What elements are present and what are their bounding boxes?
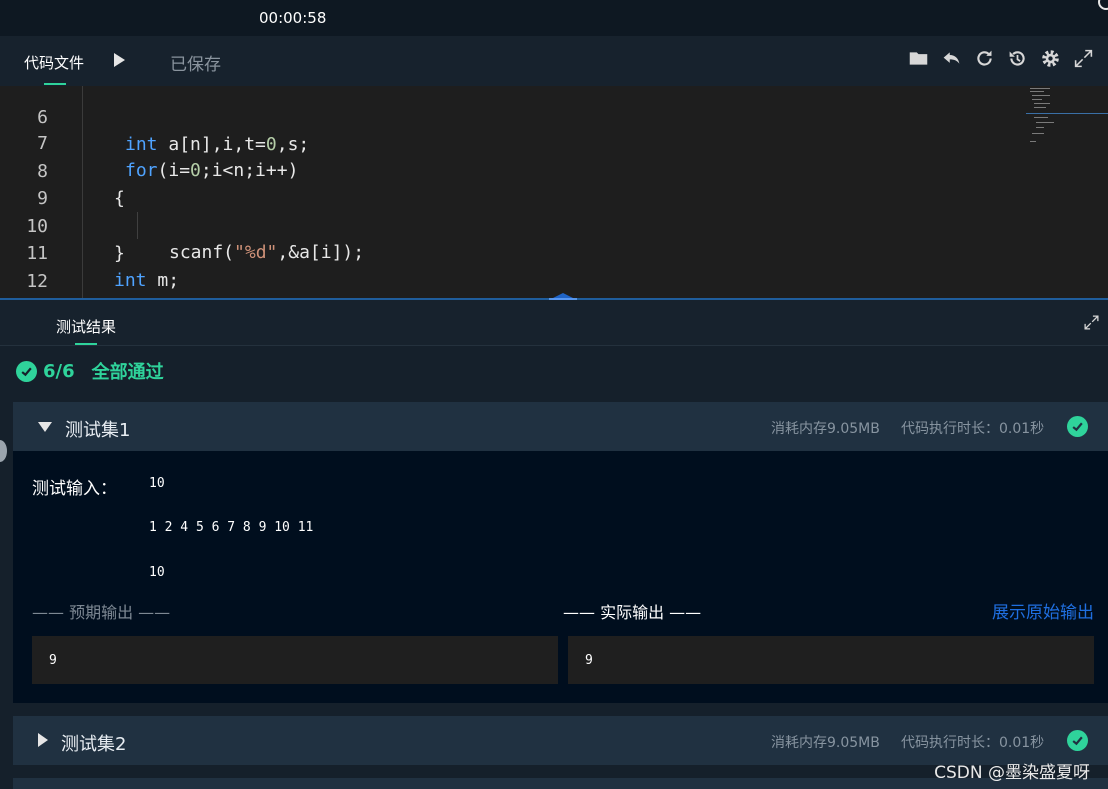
fullscreen-icon[interactable] xyxy=(1073,48,1094,69)
test-input-line: 10 xyxy=(149,476,165,491)
test-set-title: 测试集1 xyxy=(65,420,131,441)
active-tab-indicator xyxy=(75,343,97,345)
tab-test-results[interactable]: 测试结果 xyxy=(56,316,116,337)
undo-icon[interactable] xyxy=(941,48,962,69)
code-minimap[interactable] xyxy=(1026,86,1108,298)
results-header: 测试结果 xyxy=(0,300,1108,346)
memory-usage: 消耗内存9.05MB xyxy=(771,735,880,751)
show-raw-output-link[interactable]: 展示原始输出 xyxy=(992,598,1094,623)
actual-output-box: 9 xyxy=(568,636,1094,684)
expected-output-label: —— 预期输出 —— xyxy=(32,603,171,622)
elapsed-timer: 00:00:58 xyxy=(259,9,327,27)
expected-output-box: 9 xyxy=(32,636,558,684)
code-line: 9 scanf("%d",&a[i]); xyxy=(0,158,1020,263)
caret-down-icon xyxy=(38,422,52,432)
toolbar-icons xyxy=(908,48,1094,69)
check-circle-icon xyxy=(1067,416,1088,437)
tab-code-file[interactable]: 代码文件 xyxy=(24,52,84,73)
folder-icon[interactable] xyxy=(908,48,929,69)
test-set-body: 测试输入： 10 1 2 4 5 6 7 8 9 10 11 10 —— 预期输… xyxy=(13,451,1108,703)
code-line: 13 for(i=0;i<n;i++) xyxy=(0,268,1020,295)
test-input-line: 10 xyxy=(149,565,165,580)
top-bar: 00:00:58 xyxy=(0,0,1108,36)
run-button[interactable] xyxy=(114,53,125,67)
test-set-title: 测试集2 xyxy=(61,734,127,755)
side-collapse-handle[interactable] xyxy=(0,440,7,462)
pass-status: 全部通过 xyxy=(91,362,164,383)
history-icon[interactable] xyxy=(1007,48,1028,69)
check-circle-icon xyxy=(1067,730,1088,751)
actual-output-label: —— 实际输出 —— xyxy=(563,603,702,622)
editor-toolbar: 代码文件 已保存 xyxy=(0,36,1108,86)
passed-count: 6/6 xyxy=(43,360,75,382)
code-line: 7 for(i=0;i<n;i++) xyxy=(0,103,1020,181)
code-line: 11 int m; xyxy=(0,213,1020,291)
code-line: 12 scanf("%d",&m); xyxy=(0,241,1020,292)
corner-circle-icon[interactable] xyxy=(1098,0,1108,10)
memory-usage: 消耗内存9.05MB xyxy=(771,421,880,437)
refresh-icon[interactable] xyxy=(974,48,995,69)
execution-time: 代码执行时长：0.01秒 xyxy=(901,421,1045,437)
test-set-card: 测试集1 消耗内存9.05MB 代码执行时长：0.01秒 测试输入： 10 1 … xyxy=(13,402,1108,703)
test-input-line: 1 2 4 5 6 7 8 9 10 11 xyxy=(149,520,314,535)
save-status: 已保存 xyxy=(170,55,221,75)
code-line: 8 { xyxy=(0,131,1020,209)
execution-time: 代码执行时长：0.01秒 xyxy=(901,735,1045,751)
code-line: 6 int a[n],i,t=0,s; xyxy=(0,86,1020,155)
results-summary: 6/6 全部通过 xyxy=(16,359,164,383)
code-line: 10 } xyxy=(0,186,1020,264)
code-editor[interactable]: 6 int a[n],i,t=0,s; 7 for(i=0;i<n;i++) 8… xyxy=(0,86,1108,298)
expand-icon[interactable] xyxy=(1083,314,1100,331)
gear-icon[interactable] xyxy=(1040,48,1061,69)
caret-right-icon xyxy=(38,733,48,747)
csdn-watermark: CSDN @墨染盛夏呀 xyxy=(934,763,1090,783)
test-set-header[interactable]: 测试集1 消耗内存9.05MB 代码执行时长：0.01秒 xyxy=(13,402,1108,451)
check-circle-icon xyxy=(16,360,37,382)
active-tab-indicator xyxy=(44,83,66,85)
test-input-label: 测试输入： xyxy=(32,479,117,499)
